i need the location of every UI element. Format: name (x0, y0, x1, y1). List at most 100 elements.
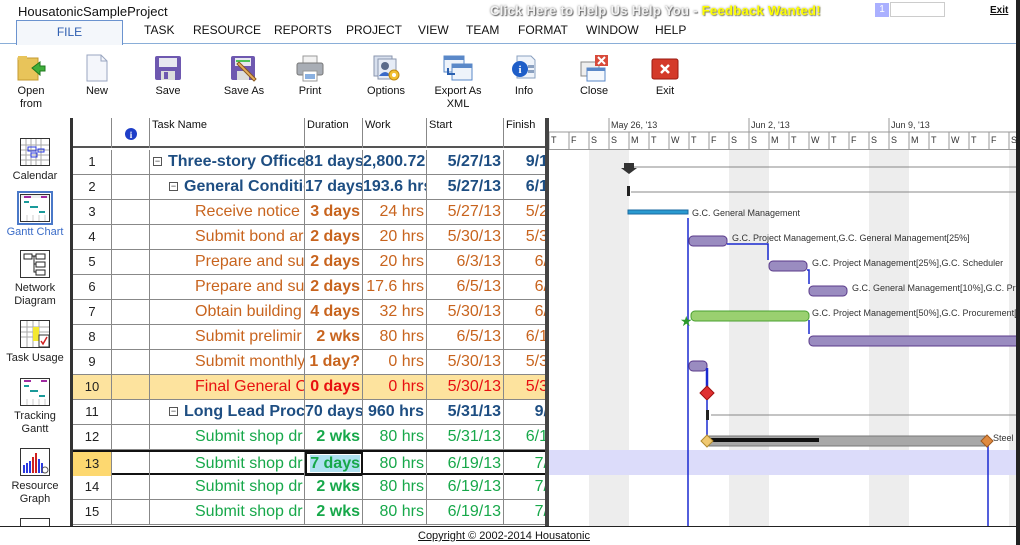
table-row[interactable]: 9 Submit monthly1 day?0 hrs5/30/135/3 (73, 350, 545, 375)
menu-window[interactable]: WINDOW (586, 23, 639, 37)
row-number[interactable]: 15 (73, 500, 112, 524)
header-duration[interactable]: Duration (305, 118, 363, 148)
duration-cell[interactable]: 2 days (305, 275, 363, 299)
finish-cell[interactable]: 5/2 (504, 200, 545, 224)
indicator-cell[interactable] (112, 300, 150, 324)
view-network-diagram[interactable]: Network Diagram (0, 250, 70, 308)
table-row[interactable]: 4 Submit bond ar2 days20 hrs5/30/135/3 (73, 225, 545, 250)
task-name-cell[interactable]: Submit shop dr (150, 500, 305, 524)
start-cell[interactable]: 6/5/13 (427, 275, 504, 299)
collapse-toggle[interactable]: − (169, 407, 178, 416)
menu-task[interactable]: TASK (144, 23, 174, 37)
row-number[interactable]: 3 (73, 200, 112, 224)
task-name-cell[interactable]: Submit shop dr (150, 475, 305, 499)
task-name-cell[interactable]: Submit shop dr (150, 425, 305, 449)
indicator-cell[interactable] (112, 500, 150, 524)
finish-cell[interactable]: 6/1 (504, 325, 545, 349)
finish-cell[interactable]: 7/ (504, 500, 545, 524)
start-cell[interactable]: 5/31/13 (427, 400, 504, 424)
task-name-cell[interactable]: Prepare and sul (150, 250, 305, 274)
work-cell[interactable]: 2,800.72 (363, 150, 427, 174)
table-row[interactable]: 3 Receive notice t3 days24 hrs5/27/135/2 (73, 200, 545, 225)
menu-team[interactable]: TEAM (466, 23, 499, 37)
finish-cell[interactable]: 9/1 (504, 150, 545, 174)
collapse-toggle[interactable]: − (169, 182, 178, 191)
row-number[interactable]: 8 (73, 325, 112, 349)
task-name-cell[interactable]: Final General C (150, 375, 305, 399)
table-row[interactable]: 14 Submit shop dr2 wks80 hrs6/19/137/ (73, 475, 545, 500)
table-row[interactable]: 10 Final General C0 days0 hrs5/30/135/3 (73, 375, 545, 400)
start-cell[interactable]: 5/27/13 (427, 175, 504, 199)
indicator-cell[interactable] (112, 200, 150, 224)
finish-cell[interactable]: 5/3 (504, 375, 545, 399)
start-cell[interactable]: 5/27/13 (427, 150, 504, 174)
duration-cell[interactable]: 2 wks (305, 325, 363, 349)
row-number[interactable]: 7 (73, 300, 112, 324)
work-cell[interactable]: 193.6 hrs (363, 175, 427, 199)
table-row[interactable]: 12 Submit shop dr2 wks80 hrs5/31/136/1 (73, 425, 545, 450)
duration-edit-text[interactable]: 7 days (310, 455, 360, 472)
finish-cell[interactable]: 6/1 (504, 425, 545, 449)
menu-reports[interactable]: REPORTS (274, 23, 332, 37)
finish-cell[interactable]: 5/3 (504, 225, 545, 249)
task-name-cell[interactable]: − General Conditio (150, 175, 305, 199)
duration-cell[interactable]: 4 days (305, 300, 363, 324)
menu-format[interactable]: FORMAT (518, 23, 568, 37)
task-name-cell[interactable]: Obtain building (150, 300, 305, 324)
indicator-cell[interactable] (112, 475, 150, 499)
collapse-toggle[interactable]: − (153, 157, 162, 166)
vertical-scrollbar[interactable] (1016, 0, 1020, 545)
task-name-cell[interactable]: Submit bond ar (150, 225, 305, 249)
finish-cell[interactable]: 6/ (504, 300, 545, 324)
finish-cell[interactable]: 7/ (504, 452, 545, 476)
work-cell[interactable]: 80 hrs (363, 500, 427, 524)
work-cell[interactable]: 80 hrs (363, 425, 427, 449)
duration-cell[interactable]: 2 wks (305, 425, 363, 449)
indicator-cell[interactable] (112, 225, 150, 249)
header-start[interactable]: Start (427, 118, 504, 148)
indicator-cell[interactable] (112, 175, 150, 199)
row-number[interactable]: 9 (73, 350, 112, 374)
row-number[interactable]: 12 (73, 425, 112, 449)
duration-cell[interactable]: 1 day? (305, 350, 363, 374)
work-cell[interactable]: 80 hrs (363, 325, 427, 349)
indicator-cell[interactable] (112, 425, 150, 449)
task-name-cell[interactable]: Receive notice t (150, 200, 305, 224)
duration-cell[interactable]: 17 days (305, 175, 363, 199)
view-tracking-gantt[interactable]: Tracking Gantt (0, 378, 70, 436)
print-button[interactable]: Print (280, 54, 340, 98)
duration-cell[interactable]: 81 days (305, 150, 363, 174)
start-cell[interactable]: 5/30/13 (427, 300, 504, 324)
row-number[interactable]: 13 (73, 452, 112, 476)
start-cell[interactable]: 5/30/13 (427, 350, 504, 374)
info-button[interactable]: i Info (494, 54, 554, 98)
table-row[interactable]: 11 − Long Lead Procu 70 days 960 hrs 5/31/13 9… (73, 400, 545, 425)
work-cell[interactable]: 20 hrs (363, 250, 427, 274)
start-cell[interactable]: 5/30/13 (427, 225, 504, 249)
indicator-cell[interactable] (112, 325, 150, 349)
row-number[interactable]: 2 (73, 175, 112, 199)
copyright-link[interactable]: Copyright © 2002-2014 Housatonic (418, 530, 590, 542)
menu-help[interactable]: HELP (655, 23, 686, 37)
table-row[interactable]: 15 Submit shop dr2 wks80 hrs6/19/137/ (73, 500, 545, 525)
table-row[interactable]: 1 − Three-story Office 81 days 2,800.72 5/27/… (73, 150, 545, 175)
header-finish[interactable]: Finish (504, 118, 545, 148)
task-name-cell[interactable]: Prepare and sul (150, 275, 305, 299)
view-resource-graph[interactable]: Resource Graph (0, 448, 70, 506)
feedback-link[interactable]: Click Here to Help Us Help You - Feedbac… (490, 3, 821, 18)
work-cell[interactable]: 960 hrs (363, 400, 427, 424)
row-number[interactable]: 1 (73, 150, 112, 174)
view-task-usage[interactable]: Task Usage (0, 320, 70, 365)
page-input[interactable] (890, 2, 945, 17)
save-button[interactable]: Save (138, 54, 198, 98)
menu-file[interactable]: FILE (16, 20, 123, 45)
options-button[interactable]: Options (356, 54, 416, 98)
start-cell[interactable]: 6/19/13 (427, 452, 504, 476)
export-xml-button[interactable]: Export As XML (428, 54, 488, 111)
finish-cell[interactable]: 6/1 (504, 175, 545, 199)
row-number[interactable]: 5 (73, 250, 112, 274)
row-number[interactable]: 11 (73, 400, 112, 424)
finish-cell[interactable]: 6/ (504, 275, 545, 299)
finish-cell[interactable]: 6/ (504, 250, 545, 274)
start-cell[interactable]: 5/27/13 (427, 200, 504, 224)
